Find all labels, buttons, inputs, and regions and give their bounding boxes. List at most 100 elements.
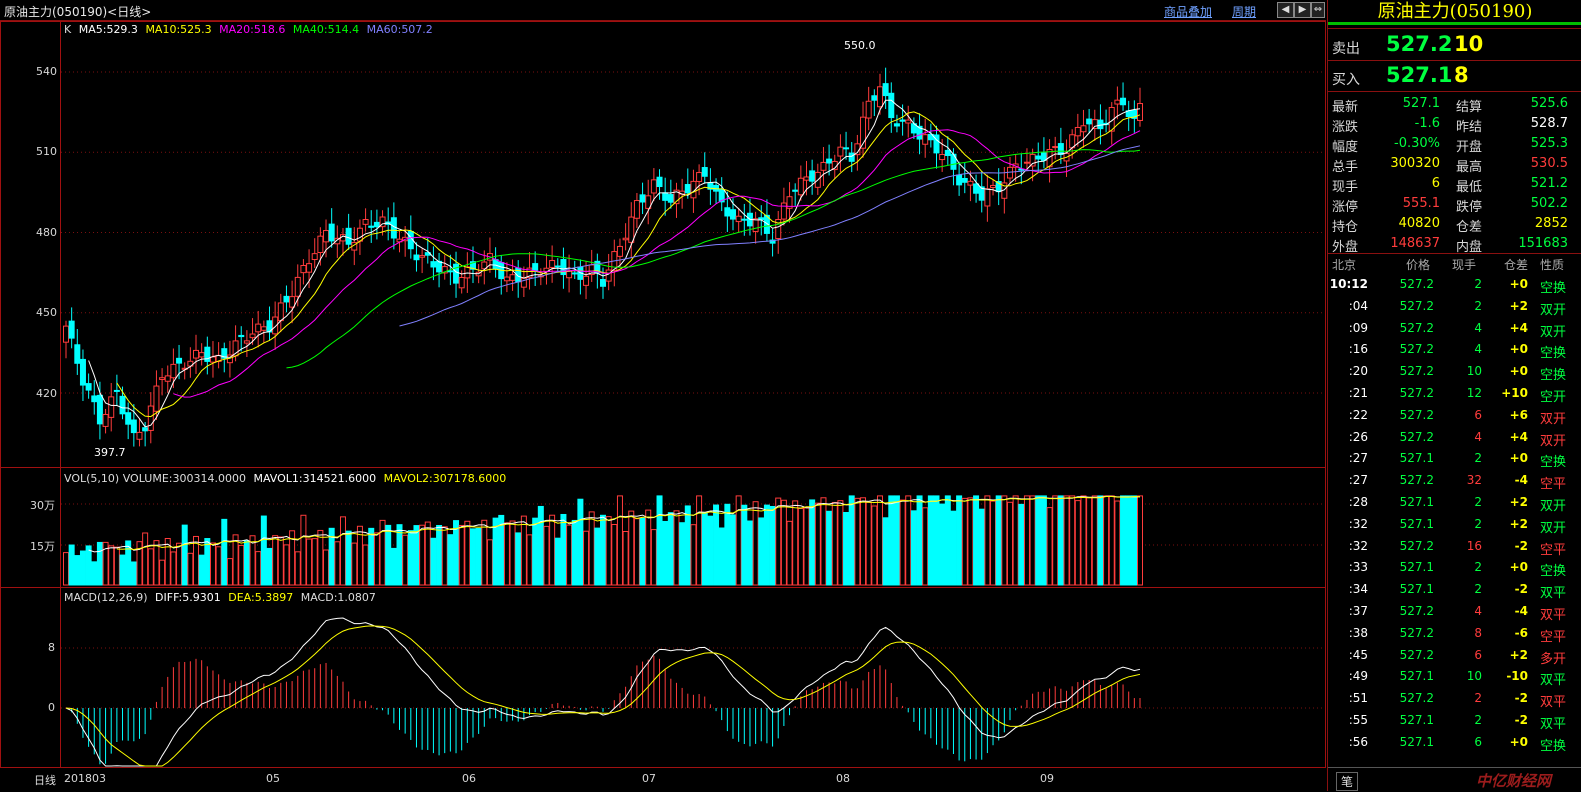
tick-time: :32 (1348, 538, 1368, 553)
tick-row[interactable]: :32 527.2 16 -2 空平 (1328, 537, 1581, 558)
tick-row[interactable]: :04 527.2 2 +2 双开 (1328, 297, 1581, 318)
tick-row[interactable]: :20 527.2 10 +0 空换 (1328, 362, 1581, 383)
tick-time: 10:12 (1329, 277, 1368, 291)
volume-bar (605, 516, 612, 586)
candle-body (289, 296, 296, 308)
volume-bar (204, 538, 211, 586)
candle-body (283, 295, 290, 303)
tick-row[interactable]: :28 527.1 2 +2 双开 (1328, 493, 1581, 514)
volume-bar (481, 519, 488, 586)
period-link[interactable]: 周期 (1232, 3, 1256, 20)
tick-row[interactable]: :33 527.1 2 +0 空换 (1328, 558, 1581, 579)
candle-body (1035, 155, 1042, 160)
volume-bar (950, 510, 957, 586)
candle-body (176, 357, 183, 364)
volume-bar (616, 495, 623, 586)
tick-row[interactable]: :16 527.2 4 +0 空换 (1328, 340, 1581, 361)
tick-volume: 8 (1474, 625, 1482, 640)
overlay-link[interactable]: 商品叠加 (1164, 3, 1212, 20)
volume-bar (1035, 495, 1042, 586)
volume-bar (277, 536, 284, 586)
volume-bar (871, 505, 878, 586)
volume-bar (1006, 501, 1013, 586)
tick-price: 527.2 (1399, 647, 1434, 662)
tick-price: 527.1 (1399, 669, 1434, 684)
ma60-label: MA60:507.2 (366, 23, 433, 36)
tick-row[interactable]: :55 527.1 2 -2 双平 (1328, 711, 1581, 732)
tick-oi-change: +2 (1509, 298, 1528, 313)
tick-row[interactable]: :32 527.1 2 +2 双开 (1328, 515, 1581, 536)
tick-time: :38 (1348, 625, 1368, 640)
volume-bar (944, 495, 951, 586)
nav-right-button[interactable]: ▶ (1294, 2, 1311, 18)
period-button[interactable]: 日线 (34, 772, 56, 788)
bid-row: 买入 527.1 8 (1328, 63, 1581, 91)
tick-row[interactable]: :38 527.2 8 -6 空平 (1328, 624, 1581, 645)
volume-bar (306, 538, 313, 586)
tick-volume: 6 (1474, 647, 1482, 662)
tick-row[interactable]: :56 527.1 6 +0 空换 (1328, 733, 1581, 754)
volume-bar (899, 499, 906, 586)
volume-bar (990, 500, 997, 586)
candle-body (848, 152, 855, 162)
kline-prefix: K (64, 23, 72, 36)
candle-body (238, 334, 245, 338)
volume-bar (571, 519, 578, 586)
volume-bar (469, 528, 476, 586)
candle-body (967, 180, 974, 186)
tick-row[interactable]: :34 527.1 2 -2 双平 (1328, 580, 1581, 601)
candle-body (1114, 99, 1121, 105)
volume-bar (1097, 495, 1104, 586)
kline-ytick-420: 420 (36, 387, 57, 400)
stat-row: 幅度 -0.30% 开盘 525.3 (1328, 134, 1581, 155)
tick-row[interactable]: :27 527.2 32 -4 空平 (1328, 471, 1581, 492)
candle-body (984, 188, 991, 207)
volume-bar (1120, 495, 1127, 586)
nav-zoom-button[interactable]: ⇔ (1311, 2, 1325, 18)
stat-label: 最低 (1456, 180, 1483, 195)
macd-value: MACD:1.0807 (300, 591, 376, 604)
tick-row[interactable]: 10:12 527.2 2 +0 空换 (1328, 275, 1581, 296)
stat-value: 521.2 (1530, 176, 1568, 191)
tick-row[interactable]: :51 527.2 2 -2 双平 (1328, 689, 1581, 710)
xaxis-label-05: 05 (266, 772, 280, 785)
candle-body (780, 202, 787, 220)
candle-body (1074, 126, 1081, 137)
tick-volume: 2 (1474, 516, 1482, 531)
volume-bar (1040, 495, 1047, 586)
candle-body (899, 119, 906, 122)
tick-nature: 空平 (1540, 629, 1567, 645)
candle-body (159, 377, 166, 380)
tick-row[interactable]: :22 527.2 6 +6 双开 (1328, 406, 1581, 427)
candle-body (1029, 153, 1036, 167)
tick-nature: 双平 (1540, 608, 1567, 623)
tick-row[interactable]: :09 527.2 4 +4 双开 (1328, 319, 1581, 340)
tick-nature: 空平 (1540, 477, 1567, 493)
ask-volume: 10 (1454, 32, 1484, 56)
chart-area[interactable] (0, 21, 1326, 791)
candle-body (193, 349, 200, 359)
grid-lines (61, 71, 1325, 709)
stat-label: 仓差 (1456, 220, 1483, 235)
nav-left-button[interactable]: ◀ (1277, 2, 1294, 18)
tab-bi[interactable]: 笔 (1336, 772, 1359, 791)
tick-volume: 6 (1474, 734, 1482, 749)
volume-bar (424, 521, 431, 586)
tick-row[interactable]: :45 527.2 6 +2 多开 (1328, 646, 1581, 667)
stat-label: 涨跌 (1332, 120, 1359, 135)
stat-value: -1.6 (1414, 116, 1440, 131)
vol-ytick-30w: 30万 (30, 499, 55, 512)
candle-body (255, 323, 262, 333)
volume-bar (939, 503, 946, 586)
volume-bar (1023, 495, 1030, 586)
volume-bar (1018, 503, 1025, 586)
tick-row[interactable]: :21 527.2 12 +10 空开 (1328, 384, 1581, 405)
candle-body (136, 431, 143, 440)
tick-row[interactable]: :49 527.1 10 -10 双平 (1328, 667, 1581, 688)
volume-bar (1125, 495, 1132, 586)
candle-body (362, 219, 369, 225)
tick-row[interactable]: :27 527.1 2 +0 空换 (1328, 449, 1581, 470)
volume-bar (752, 501, 759, 586)
tick-row[interactable]: :26 527.2 4 +4 双开 (1328, 428, 1581, 449)
tick-row[interactable]: :37 527.2 4 -4 双平 (1328, 602, 1581, 623)
